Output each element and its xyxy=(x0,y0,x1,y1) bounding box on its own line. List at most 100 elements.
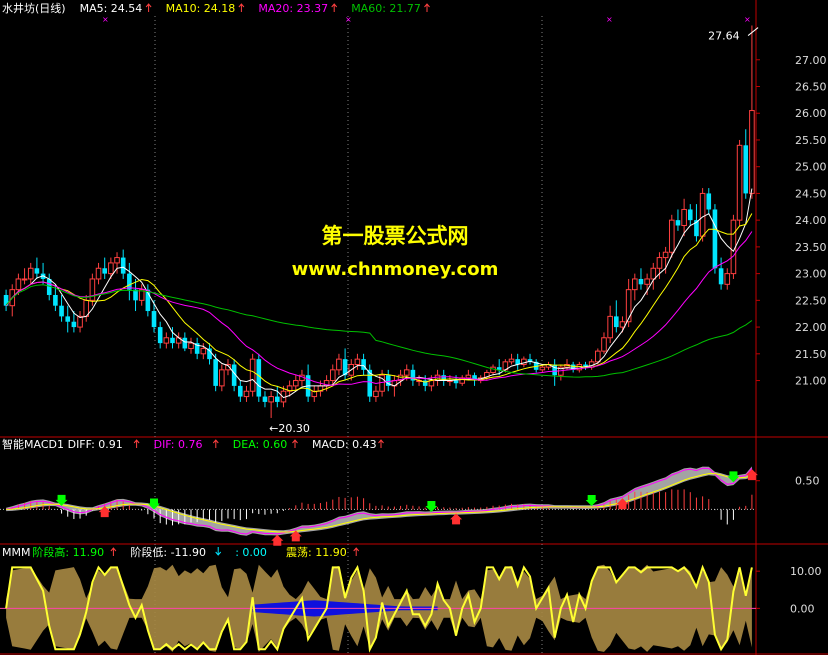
candle-body xyxy=(213,359,218,386)
up-arrow-icon xyxy=(331,3,338,12)
y-tick-label: 10.00 xyxy=(790,565,822,578)
candle-body xyxy=(614,316,619,328)
up-arrow-icon xyxy=(145,3,152,12)
header-label: MA5: 24.54 xyxy=(80,2,143,15)
down-arrow-icon xyxy=(215,547,222,556)
candle-body xyxy=(238,385,243,397)
header-label: MA20: 23.37 xyxy=(258,2,328,15)
y-axes: 27.00 26.50 26.00 25.50 25.00 24.50 24.00 23.50… xyxy=(756,54,827,615)
candle-body xyxy=(59,305,64,317)
candle-body xyxy=(249,358,256,392)
y-tick-label: 25.00 xyxy=(795,161,827,174)
candle-body xyxy=(736,144,743,221)
y-tick-label: 24.00 xyxy=(795,214,827,227)
y-tick-label: 0.00 xyxy=(790,602,815,615)
candle-body xyxy=(292,380,299,387)
candle-body xyxy=(329,369,336,382)
y-tick-label: 21.50 xyxy=(795,348,827,361)
watermark-title: 第一股票公式网 xyxy=(321,224,469,248)
annotation-label: 27.64 xyxy=(708,30,740,43)
candle-body xyxy=(268,396,274,403)
header-label: DIF: 0.76 xyxy=(154,438,203,451)
candle-body xyxy=(552,364,557,376)
watermark-url: www.chnmoney.com xyxy=(291,259,499,280)
header-label: : 0.00 xyxy=(235,546,267,559)
candle-body xyxy=(354,358,361,365)
candle-body xyxy=(508,358,515,363)
candle-body xyxy=(601,337,607,352)
ma60-line xyxy=(5,284,753,378)
candle-body xyxy=(465,374,472,379)
candle-body xyxy=(743,145,749,194)
panel-headers: 水井坊(日线) MA5: 24.54 MA10: 24.18 MA20: 23.37 M… xyxy=(2,1,430,559)
annotation-label: ←20.30 xyxy=(269,422,310,435)
candle-body xyxy=(453,380,459,384)
candle-body xyxy=(706,193,712,210)
stock-chart[interactable]: × × × × 27.64 ←20.30 27.00 26.50 26.00 25.50 25.… xyxy=(0,0,828,655)
candle-body xyxy=(539,366,546,371)
up-arrow-icon xyxy=(424,3,430,12)
dif-line xyxy=(5,467,753,535)
macd-panel[interactable] xyxy=(0,466,758,546)
y-tick-label: 23.00 xyxy=(795,268,827,281)
candle-body xyxy=(219,369,225,387)
header-label: MMM xyxy=(2,546,30,559)
candle-body xyxy=(71,321,77,328)
sell-arrow-icon xyxy=(585,494,598,506)
candle-body xyxy=(243,390,250,398)
candle-body xyxy=(53,295,58,306)
y-tick-label: 24.50 xyxy=(795,187,827,200)
marker-icon: × xyxy=(345,15,352,24)
candle-body xyxy=(188,342,194,349)
candle-body xyxy=(632,278,638,291)
candle-body xyxy=(65,316,71,322)
up-arrow-icon xyxy=(292,439,298,448)
header-label: 阶段高: 11.90 xyxy=(32,545,104,559)
candle-body xyxy=(200,347,207,355)
candle-body xyxy=(403,369,410,376)
up-arrow-icon xyxy=(353,547,360,556)
header-label: 水井坊(日线) xyxy=(2,1,66,15)
candle-body xyxy=(607,315,613,339)
y-tick-label: 22.00 xyxy=(795,321,827,334)
candle-body xyxy=(274,396,280,402)
marker-icon: × xyxy=(102,15,109,24)
header-label: DIFF: 0.91 xyxy=(68,438,123,451)
candle-body xyxy=(151,311,157,328)
header-label: MA10: 24.18 xyxy=(166,2,236,15)
ma20-line xyxy=(5,231,753,386)
up-arrow-icon xyxy=(212,439,219,448)
candle-body xyxy=(336,358,342,371)
candle-body xyxy=(662,251,669,259)
candle-body xyxy=(619,321,626,328)
candle-body xyxy=(170,337,175,344)
header-label: MA60: 21.77 xyxy=(351,2,421,15)
y-tick-label: 27.00 xyxy=(795,54,827,67)
y-tick-label: 22.50 xyxy=(795,294,827,307)
candle-body xyxy=(262,396,268,402)
header-label: MACD: 0.43 xyxy=(312,438,377,451)
buy-arrow-icon xyxy=(450,513,463,525)
candle-body xyxy=(749,110,755,194)
mmm-panel[interactable] xyxy=(0,564,756,653)
candle-body xyxy=(157,327,163,344)
y-tick-label: 26.00 xyxy=(795,107,827,120)
header-label: 阶段低: -11.90 xyxy=(130,545,206,559)
candle-body xyxy=(625,289,632,323)
chart-frame: × × × × xyxy=(0,0,828,655)
candle-body xyxy=(15,278,22,291)
candle-body xyxy=(256,359,262,397)
up-arrow-icon xyxy=(238,3,245,12)
candle-body xyxy=(496,367,502,370)
sell-arrow-icon xyxy=(425,501,438,513)
y-tick-label: 25.50 xyxy=(795,134,827,147)
candle-body xyxy=(373,390,379,398)
header-label: DEA: 0.60 xyxy=(233,438,287,451)
y-tick-label: 26.50 xyxy=(795,81,827,94)
header-label: 智能MACD1 xyxy=(2,437,64,451)
y-tick-label: 21.00 xyxy=(795,375,827,388)
candle-body xyxy=(163,337,170,344)
candle-body xyxy=(595,350,601,363)
annotation-pointer xyxy=(747,27,759,36)
candle-body xyxy=(182,337,188,349)
